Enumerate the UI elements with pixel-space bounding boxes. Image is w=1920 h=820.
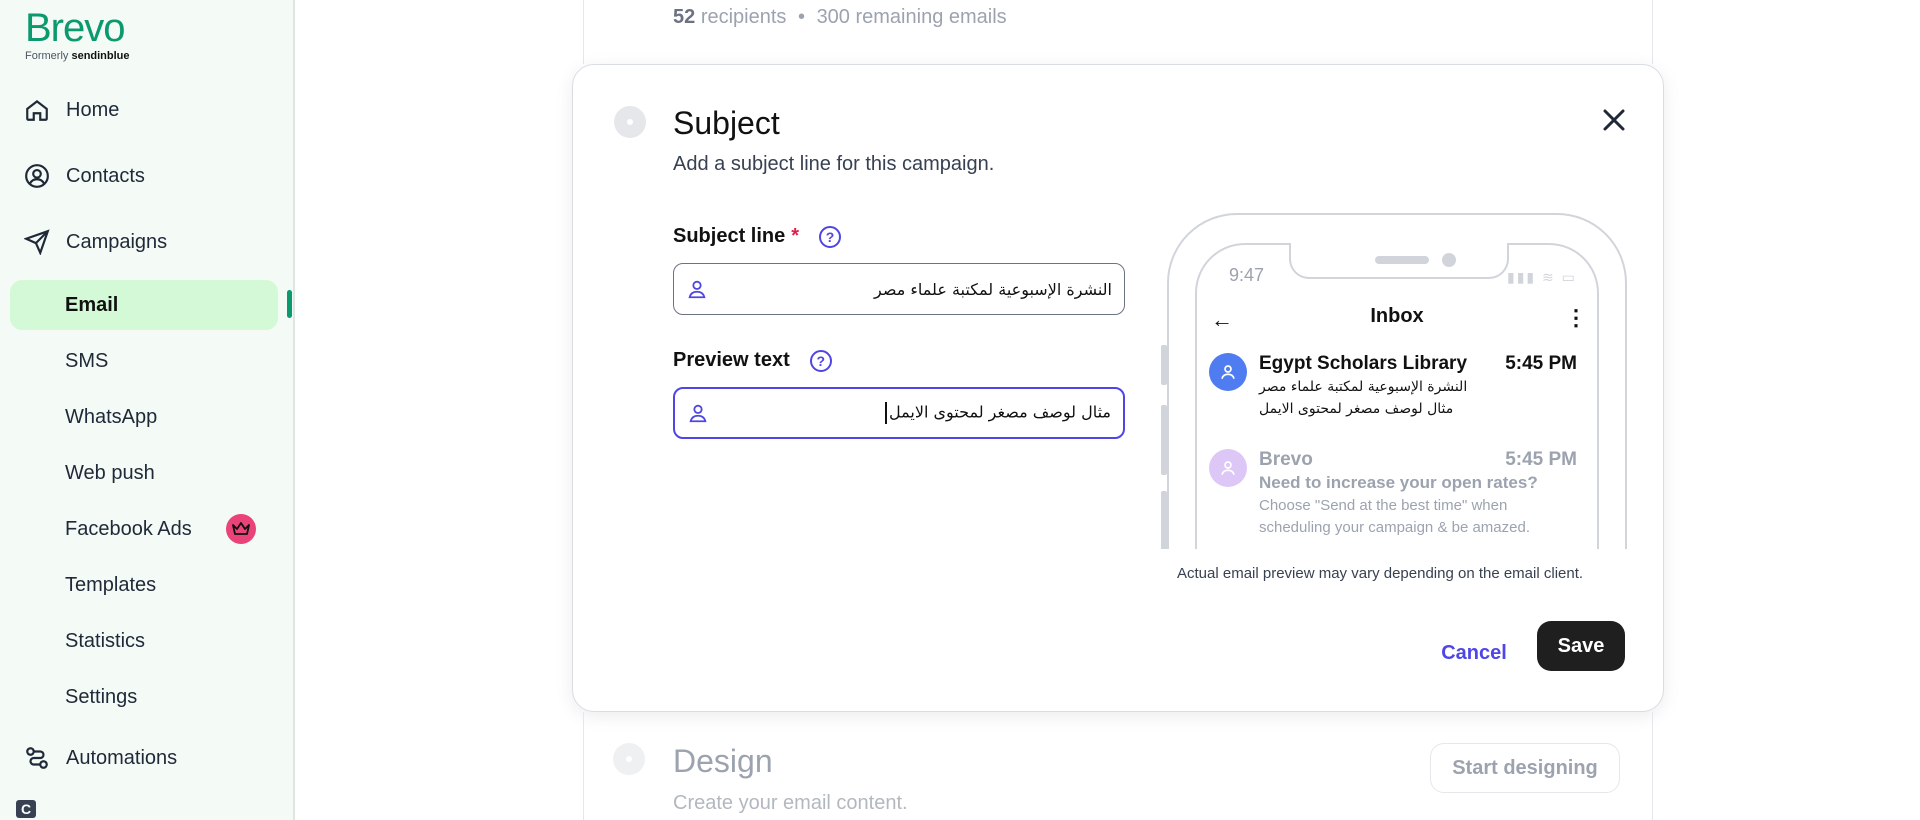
sidebar-item-label: Settings: [65, 685, 138, 708]
sidebar-item-settings[interactable]: Settings: [10, 672, 278, 722]
subject-line-label-text: Subject line: [673, 225, 786, 247]
preview-text-label-text: Preview text: [673, 349, 790, 371]
subject-line-label: Subject line * ?: [673, 225, 842, 248]
sidebar-item-label: Statistics: [65, 629, 146, 652]
email-time: 5:45 PM: [1505, 449, 1577, 470]
step-indicator: [614, 106, 646, 138]
chat-icon[interactable]: C: [16, 800, 36, 818]
sidebar-item-sms[interactable]: SMS: [10, 336, 278, 386]
recipients-summary: 52 recipients • 300 remaining emails: [673, 6, 1007, 29]
sidebar-item-templates[interactable]: Templates: [10, 560, 278, 610]
email-time: 5:45 PM: [1505, 353, 1577, 374]
sidebar-item-label: Web push: [65, 461, 155, 484]
required-mark: *: [791, 225, 800, 247]
sidebar-item-label: SMS: [65, 349, 109, 372]
sidebar-item-automations[interactable]: Automations: [24, 745, 177, 771]
email-sender: Brevo: [1259, 449, 1313, 470]
email-sender: Egypt Scholars Library: [1259, 353, 1468, 374]
logo-wordmark: Brevo: [25, 6, 125, 50]
sidebar-item-label: WhatsApp: [65, 405, 158, 428]
design-title: Design: [673, 743, 773, 779]
help-icon[interactable]: ?: [809, 349, 832, 372]
automation-icon: [26, 747, 48, 769]
sidebar-item-label: Email: [65, 293, 119, 316]
recipient-count-label: recipients: [700, 6, 787, 28]
subject-card: Subject Add a subject line for this camp…: [572, 64, 1664, 712]
close-icon[interactable]: [1599, 105, 1629, 135]
crown-icon: [226, 514, 256, 544]
email-preview-item: Egypt Scholars Library 5:45 PM النشرة ال…: [1209, 353, 1577, 423]
sidebar-item-email[interactable]: Email: [10, 280, 278, 330]
phone-camera: [1442, 253, 1456, 267]
text-caret: [885, 402, 888, 424]
email-subject: النشرة الإسبوعية لمكتبة علماء مصر: [1259, 379, 1468, 395]
remaining-emails: 300 remaining emails: [816, 6, 1007, 28]
personalization-icon[interactable]: [687, 402, 709, 424]
sidebar-item-home[interactable]: Home: [24, 97, 119, 123]
help-icon[interactable]: ?: [819, 225, 842, 248]
email-preview-text-line2: scheduling your campaign & be amazed.: [1259, 519, 1530, 536]
card-title: Subject: [673, 105, 780, 141]
sidebar-item-web-push[interactable]: Web push: [10, 448, 278, 498]
inbox-title: Inbox: [1370, 305, 1424, 327]
card-description: Add a subject line for this campaign.: [673, 153, 995, 175]
email-preview-text: Choose "Send at the best time" when: [1259, 497, 1508, 514]
subject-line-input[interactable]: النشرة الإسبوعية لمكتبة علماء مصر: [673, 263, 1125, 315]
sidebar-item-label: Home: [66, 98, 120, 121]
avatar: [1209, 449, 1247, 487]
preview-text-input[interactable]: مثال لوصف مصغر لمحتوى الايمل: [673, 387, 1125, 439]
sidebar-item-statistics[interactable]: Statistics: [10, 616, 278, 666]
design-description: Create your email content.: [673, 792, 908, 814]
avatar: [1209, 353, 1247, 391]
email-subject: Need to increase your open rates?: [1259, 473, 1538, 492]
sidebar-item-label: Campaigns: [66, 230, 168, 253]
step-indicator: [613, 743, 645, 775]
logo-formerly: Formerly sendinblue: [25, 50, 130, 62]
preview-text-value: مثال لوصف مصغر لمحتوى الايمل: [889, 402, 1111, 422]
more-menu-icon: ⋮: [1565, 305, 1587, 330]
sidebar-item-campaigns[interactable]: Campaigns: [24, 229, 167, 255]
email-preview-text: مثال لوصف مصغر لمحتوى الايمل: [1259, 401, 1454, 417]
sidebar-item-label: Facebook Ads: [65, 517, 192, 540]
send-icon: [24, 229, 50, 255]
subject-line-value: النشرة الإسبوعية لمكتبة علماء مصر: [874, 279, 1112, 299]
preview-text-value-wrap: مثال لوصف مصغر لمحتوى الايمل: [885, 402, 1111, 424]
personalization-icon[interactable]: [686, 278, 708, 300]
sidebar-item-label: Contacts: [66, 164, 145, 187]
phone-speaker: [1375, 256, 1429, 264]
sidebar-item-facebook-ads[interactable]: Facebook Ads: [10, 504, 278, 554]
preview-disclaimer: Actual email preview may vary depending …: [1177, 565, 1584, 582]
recipient-count: 52: [673, 6, 696, 28]
active-indicator: [287, 290, 292, 318]
sidebar: Brevo Formerly sendinblue Home Contacts …: [0, 0, 295, 820]
start-designing-button[interactable]: Start designing: [1430, 743, 1620, 793]
email-preview-item: Brevo 5:45 PM Need to increase your open…: [1209, 449, 1577, 549]
brevo-logo[interactable]: Brevo Formerly sendinblue: [25, 8, 130, 62]
formerly-brand: sendinblue: [71, 50, 130, 62]
formerly-label: Formerly: [25, 50, 69, 62]
contacts-icon: [25, 164, 49, 188]
home-icon: [26, 99, 48, 121]
status-icons: ▮▮▮ ≋ ▭: [1507, 269, 1577, 285]
separator-dot: •: [797, 6, 805, 28]
sidebar-item-label: Templates: [65, 573, 157, 596]
phone-clock: 9:47: [1229, 265, 1265, 285]
preview-text-label: Preview text ?: [673, 349, 832, 372]
sidebar-item-whatsapp[interactable]: WhatsApp: [10, 392, 278, 442]
sidebar-item-contacts[interactable]: Contacts: [24, 163, 145, 189]
save-button[interactable]: Save: [1537, 621, 1625, 671]
sidebar-item-label: Automations: [66, 746, 178, 769]
cancel-button[interactable]: Cancel: [1428, 628, 1520, 678]
phone-preview: 9:47 ▮▮▮ ≋ ▭ ← Inbox ⋮ Egypt Scholars Li…: [1161, 213, 1631, 549]
